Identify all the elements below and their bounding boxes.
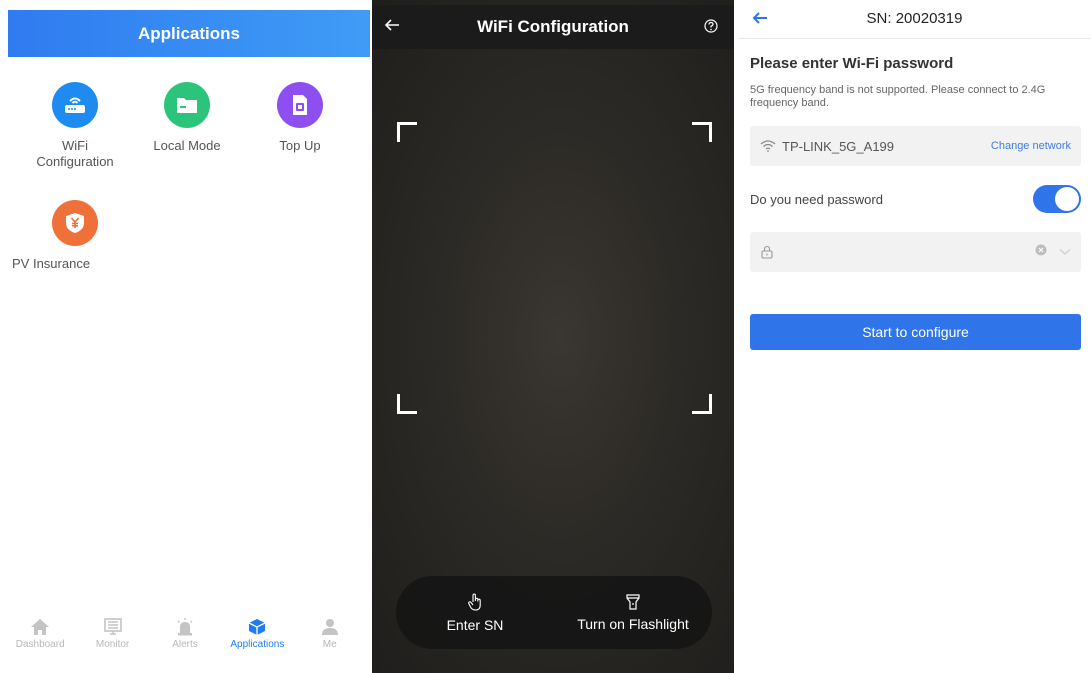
change-network-link[interactable]: Change network <box>991 140 1071 152</box>
chevron-down-icon[interactable] <box>1059 243 1071 261</box>
wifi-scan-screen: WiFi Configuration Enter SN Turn on Flas… <box>372 0 734 673</box>
app-label: PV Insurance <box>12 256 91 271</box>
scan-header: WiFi Configuration <box>372 5 734 49</box>
wifi-password-screen: SN: 20020319 Please enter Wi-Fi password… <box>738 0 1091 673</box>
tab-me[interactable]: Me <box>296 618 364 650</box>
page-title: Applications <box>137 23 240 43</box>
app-wifi-configuration[interactable]: WiFi Configuration <box>20 82 130 170</box>
hand-pointer-icon <box>468 592 481 611</box>
shield-yen-icon <box>52 200 98 246</box>
need-password-label: Do you need password <box>750 191 883 207</box>
scan-frame-corner <box>692 394 712 414</box>
flashlight-icon <box>626 593 640 610</box>
app-label: Local Mode <box>153 138 221 153</box>
user-icon <box>321 619 338 635</box>
scan-frame-corner <box>397 122 417 142</box>
tab-monitor[interactable]: Monitor <box>79 618 147 650</box>
need-password-row: Do you need password <box>750 185 1081 213</box>
toggle-knob <box>1055 187 1079 211</box>
wifi-icon <box>760 140 776 152</box>
bottom-tab-bar: Dashboard Monitor Alerts Applications Me <box>0 609 370 659</box>
applications-screen: Applications WiFi Configuration Local Mo… <box>0 0 370 673</box>
tab-label: Monitor <box>95 639 130 650</box>
start-configure-button[interactable]: Start to configure <box>750 314 1081 350</box>
tab-label: Applications <box>230 639 285 650</box>
flashlight-button[interactable]: Turn on Flashlight <box>554 576 712 649</box>
app-label: Configuration <box>36 154 114 169</box>
tab-alerts[interactable]: Alerts <box>151 618 219 650</box>
sim-card-icon <box>277 82 323 128</box>
flashlight-label: Turn on Flashlight <box>577 615 689 632</box>
lock-icon <box>761 245 773 259</box>
app-pv-insurance[interactable]: PV Insurance <box>12 200 130 272</box>
tab-label: Dashboard <box>15 639 65 650</box>
network-selector: TP-LINK_5G_A199 Change network <box>750 126 1081 166</box>
scan-actions-bar: Enter SN Turn on Flashlight <box>396 576 712 649</box>
home-icon <box>31 619 50 635</box>
page-title: WiFi Configuration <box>477 17 629 36</box>
monitor-icon <box>103 618 122 635</box>
enter-sn-label: Enter SN <box>446 616 504 633</box>
tab-dashboard[interactable]: Dashboard <box>6 618 74 650</box>
help-icon[interactable] <box>704 19 718 38</box>
frequency-note: 5G frequency band is not supported. Plea… <box>750 84 1046 109</box>
app-label: WiFi <box>62 138 88 153</box>
clear-input-icon[interactable] <box>1035 243 1047 261</box>
scan-frame-corner <box>397 394 417 414</box>
password-field-container <box>750 232 1081 272</box>
app-local-mode[interactable]: Local Mode <box>132 82 242 154</box>
tab-applications[interactable]: Applications <box>223 618 291 650</box>
enter-sn-button[interactable]: Enter SN <box>396 576 554 649</box>
tab-label: Me <box>322 639 337 650</box>
need-password-toggle[interactable] <box>1033 185 1081 213</box>
page-title: SN: 20020319 <box>866 10 963 27</box>
scan-frame-corner <box>692 122 712 142</box>
password-input[interactable] <box>782 244 1035 260</box>
router-icon <box>52 82 98 128</box>
app-label: Top Up <box>279 138 321 153</box>
app-top-up[interactable]: Top Up <box>245 82 355 154</box>
network-name: TP-LINK_5G_A199 <box>782 138 895 154</box>
password-heading: Please enter Wi-Fi password <box>750 55 954 72</box>
alarm-icon <box>177 618 193 636</box>
folder-icon <box>164 82 210 128</box>
cube-icon <box>249 619 266 635</box>
applications-header: Applications <box>8 10 370 57</box>
tab-label: Alerts <box>172 639 198 650</box>
password-header: SN: 20020319 <box>738 0 1091 39</box>
